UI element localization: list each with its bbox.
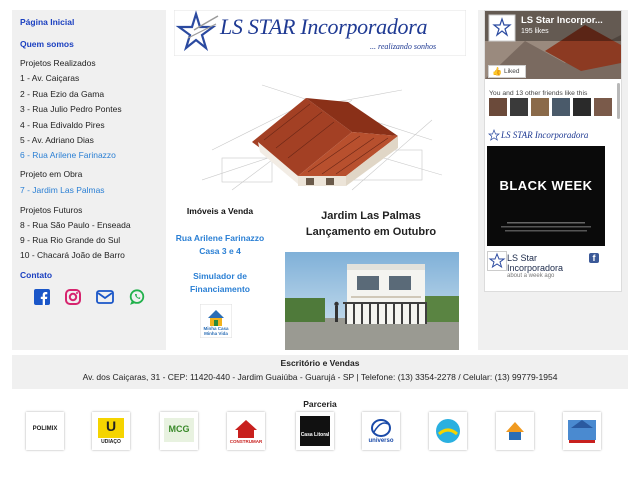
partner-casa-litoral-box: [300, 416, 330, 446]
project-link-6[interactable]: 6 - Rua Arilene Farinazzo: [20, 150, 116, 160]
futuros-heading: Projetos Futuros: [20, 205, 83, 215]
partner-logo-udiaco[interactable]: U UDIAÇO: [92, 412, 130, 450]
instagram-icon[interactable]: [65, 289, 83, 307]
simulator-link-line1[interactable]: Simulador de: [172, 271, 268, 281]
facebook-post-page-name-line1: LS Star: [507, 253, 538, 263]
footer-address: Av. dos Caiçaras, 31 - CEP: 11420-440 - …: [82, 372, 558, 382]
partner-udiaco-name: UDIAÇO: [101, 439, 121, 445]
facebook-post-time: about a week ago: [507, 273, 555, 279]
facebook-widget-panel: LS Star Incorpor... 195 likes 👍 Liked Yo…: [478, 10, 628, 350]
project-link-10[interactable]: 10 - Chacará João de Barro: [20, 250, 125, 260]
partner-logo-mcg[interactable]: MCG: [160, 412, 198, 450]
nav-contact-link[interactable]: Contato: [20, 270, 52, 280]
facebook-page-plugin: LS Star Incorpor... 195 likes 👍 Liked Yo…: [484, 10, 622, 292]
imovel-link-street[interactable]: Rua Arilene Farinazzo: [172, 233, 268, 243]
main-content: LS STAR Incorporadora ... realizando son…: [172, 9, 472, 350]
parceria-title: Parceria: [303, 399, 337, 409]
facebook-friend-avatars: [489, 98, 617, 118]
imoveis-title: Imóveis a Venda: [186, 206, 254, 216]
sidebar: Página Inicial Quem somos Projetos Reali…: [12, 10, 166, 350]
simulator-link-line2[interactable]: Financiamento: [172, 284, 268, 294]
avatar[interactable]: [573, 98, 591, 116]
company-logo[interactable]: LS STAR Incorporadora ... realizando son…: [173, 9, 467, 57]
facebook-scrollbar[interactable]: [617, 83, 620, 119]
partner-logo-casa-litoral[interactable]: Casa Litoral: [296, 412, 334, 450]
project-link-1[interactable]: 1 - Av. Caiçaras: [20, 73, 79, 83]
partner-mcg-name: MCG: [168, 424, 190, 434]
avatar[interactable]: [489, 98, 507, 116]
project-link-3[interactable]: 3 - Rua Julio Pedro Pontes: [20, 104, 122, 114]
partner-casa-litoral-name: Casa Litoral: [300, 432, 330, 438]
imovel-link-houses[interactable]: Casa 3 e 4: [172, 246, 268, 256]
partner-construmar-name: CONSTRUMAR: [229, 439, 263, 444]
jardim-las-palmas-photo[interactable]: [285, 252, 459, 350]
minha-casa-minha-vida-logo[interactable]: Minha Casa Minha Vida: [199, 303, 233, 339]
realizados-heading: Projetos Realizados: [20, 58, 96, 68]
partner-logo-7[interactable]: [429, 412, 467, 450]
avatar[interactable]: [552, 98, 570, 116]
project-link-4[interactable]: 4 - Rua Edivaldo Pires: [20, 120, 105, 130]
partners-row: POLIMIX U UDIAÇO MCG CONSTRUMAR Casa Lit…: [0, 412, 640, 452]
mcmv-text: Minha Casa Minha Vida: [203, 326, 229, 336]
footer-contact: Escritório e Vendas Av. dos Caiçaras, 31…: [12, 355, 628, 389]
logo-tagline: ... realizando sonhos: [370, 42, 437, 51]
facebook-liked-label: Liked: [504, 68, 520, 75]
headline-line1: Jardim Las Palmas: [321, 210, 421, 222]
black-week-text: BLACK WEEK: [499, 178, 593, 193]
email-icon[interactable]: [96, 289, 114, 307]
social-links: [32, 289, 162, 309]
facebook-post-page-name-line2: Incorporadora: [507, 263, 564, 273]
partner-logo-9[interactable]: [563, 412, 601, 450]
whatsapp-icon[interactable]: [129, 289, 147, 307]
partner-logo-8[interactable]: [496, 412, 534, 450]
project-link-7[interactable]: 7 - Jardim Las Palmas: [20, 185, 105, 195]
svg-text:LS STAR Incorporadora: LS STAR Incorporadora: [500, 130, 589, 140]
partner-udiaco-mark: U: [105, 418, 117, 434]
avatar[interactable]: [594, 98, 612, 116]
launch-headline: Jardim Las Palmas Lançamento em Outubro: [276, 208, 466, 240]
avatar[interactable]: [510, 98, 528, 116]
footer-title: Escritório e Vendas: [280, 358, 360, 368]
project-link-5[interactable]: 5 - Av. Adriano Dias: [20, 135, 94, 145]
facebook-thumb-icon: 👍: [492, 67, 502, 76]
facebook-friends-text: You and 13 other friends like this: [489, 90, 588, 97]
facebook-liked-button[interactable]: 👍 Liked: [488, 65, 526, 78]
obra-heading: Projeto em Obra: [20, 169, 83, 179]
nav-home-link[interactable]: Página Inicial: [20, 17, 74, 27]
facebook-post-image[interactable]: LS STAR Incorporadora BLACK WEEK: [487, 126, 605, 246]
partner-logo-universo[interactable]: universo: [362, 412, 400, 450]
facebook-page-thumbnail[interactable]: [487, 251, 507, 271]
project-link-8[interactable]: 8 - Rua São Paulo - Enseada: [20, 220, 131, 230]
partner-logo-construmar[interactable]: CONSTRUMAR: [227, 412, 265, 450]
nav-about-link[interactable]: Quem somos: [20, 39, 74, 49]
partner-polimix-name: POLIMIX: [32, 426, 58, 432]
facebook-icon[interactable]: [34, 289, 52, 307]
partner-universo-name: universo: [368, 438, 394, 444]
project-link-2[interactable]: 2 - Rua Ezio da Gama: [20, 89, 104, 99]
facebook-logo-icon[interactable]: f: [589, 253, 599, 263]
project-link-9[interactable]: 9 - Rua Rio Grande do Sul: [20, 235, 120, 245]
partner-logo-polimix[interactable]: POLIMIX: [26, 412, 64, 450]
facebook-page-name[interactable]: LS Star Incorpor...: [521, 15, 603, 26]
logo-text: LS STAR Incorporadora: [220, 14, 428, 39]
house-blueprint-image: [201, 80, 443, 198]
headline-line2: Lançamento em Outubro: [305, 226, 437, 238]
avatar[interactable]: [531, 98, 549, 116]
facebook-like-count: 195 likes: [521, 28, 549, 35]
facebook-post-page-name[interactable]: LS Star Incorporadora: [507, 253, 563, 273]
